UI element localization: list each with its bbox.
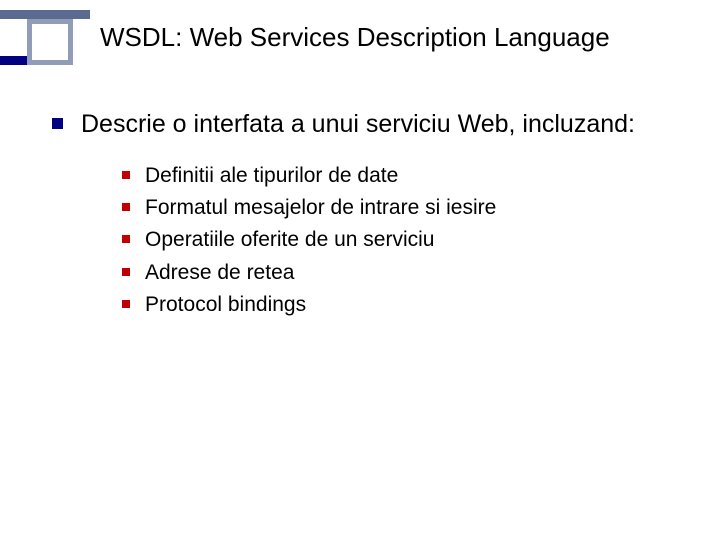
- sub-point-text: Formatul mesajelor de intrare si iesire: [145, 194, 496, 222]
- decor-bar-bottom: [0, 56, 27, 65]
- slide-title: WSDL: Web Services Description Language: [100, 22, 710, 53]
- sub-point-text: Definitii ale tipurilor de date: [145, 162, 398, 190]
- bullet-level2: Definitii ale tipurilor de date: [122, 162, 672, 190]
- square-bullet-icon: [122, 268, 130, 276]
- bullet-level1: Descrie o interfata a unui serviciu Web,…: [52, 108, 672, 142]
- sub-point-text: Adrese de retea: [145, 259, 294, 287]
- square-bullet-icon: [122, 203, 130, 211]
- square-bullet-icon: [122, 171, 130, 179]
- sub-point-list: Definitii ale tipurilor de date Formatul…: [122, 162, 672, 320]
- square-bullet-icon: [122, 235, 130, 243]
- bullet-level2: Protocol bindings: [122, 291, 672, 319]
- sub-point-text: Operatiile oferite de un serviciu: [145, 226, 434, 254]
- square-bullet-icon: [52, 118, 63, 129]
- sub-point-text: Protocol bindings: [145, 291, 306, 319]
- decor-square: [27, 19, 73, 65]
- slide-content: Descrie o interfata a unui serviciu Web,…: [52, 108, 672, 323]
- square-bullet-icon: [122, 300, 130, 308]
- bullet-level2: Operatiile oferite de un serviciu: [122, 226, 672, 254]
- main-point-text: Descrie o interfata a unui serviciu Web,…: [81, 108, 635, 142]
- bullet-level2: Formatul mesajelor de intrare si iesire: [122, 194, 672, 222]
- decor-bar-top: [0, 10, 90, 19]
- bullet-level2: Adrese de retea: [122, 259, 672, 287]
